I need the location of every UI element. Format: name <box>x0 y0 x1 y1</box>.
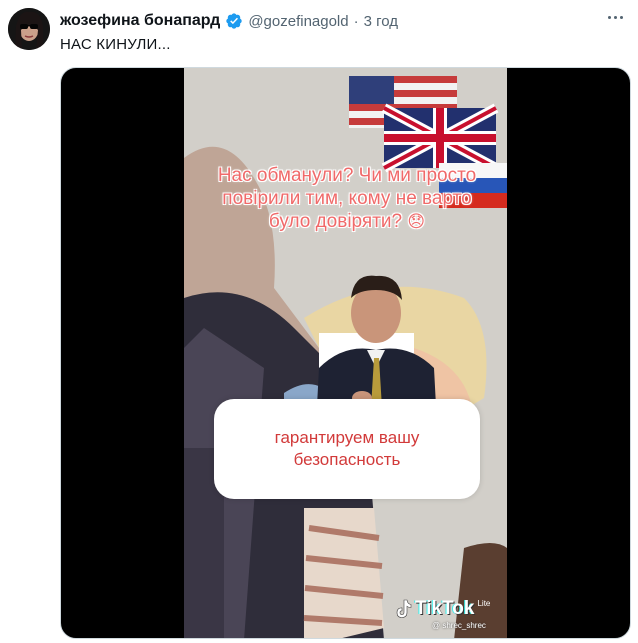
timestamp[interactable]: 3 год <box>364 13 398 30</box>
tiktok-lite: Lite <box>477 599 491 608</box>
tiktok-watermark: TikTok Lite <box>394 598 490 620</box>
verified-badge-icon <box>226 13 242 29</box>
video-caption: Нас обманули? Чи ми просто повірили тим,… <box>202 164 492 233</box>
caption-text: Нас обманули? Чи ми просто повірили тим,… <box>217 165 477 232</box>
tweet-card[interactable]: жозефина бонапард @gozefinagold · 3 год … <box>0 0 638 643</box>
tiktok-handle: @ shrec_shrec <box>432 621 486 630</box>
separator-dot: · <box>353 12 359 30</box>
avatar[interactable] <box>8 8 50 50</box>
tiktok-brand: TikTok <box>415 598 475 619</box>
tiktok-logo-icon <box>396 599 412 618</box>
quote-text: гарантируем вашу безопасность <box>274 428 420 469</box>
display-name[interactable]: жозефина бонапард <box>60 12 220 30</box>
video-player[interactable]: Нас обманули? Чи ми просто повірили тим,… <box>60 67 631 639</box>
disappointed-emoji-icon: 😞 <box>407 212 426 231</box>
user-handle[interactable]: @gozefinagold <box>248 13 348 30</box>
avatar-image <box>8 8 50 50</box>
tweet-header: жозефина бонапард @gozefinagold · 3 год <box>60 10 398 32</box>
more-options-icon[interactable] <box>604 8 626 26</box>
tweet-text: НАС КИНУЛИ... <box>60 36 171 53</box>
video-frame[interactable]: Нас обманули? Чи ми просто повірили тим,… <box>184 68 507 638</box>
quote-bubble: гарантируем вашу безопасность <box>214 399 480 499</box>
video-illustration <box>184 68 507 638</box>
